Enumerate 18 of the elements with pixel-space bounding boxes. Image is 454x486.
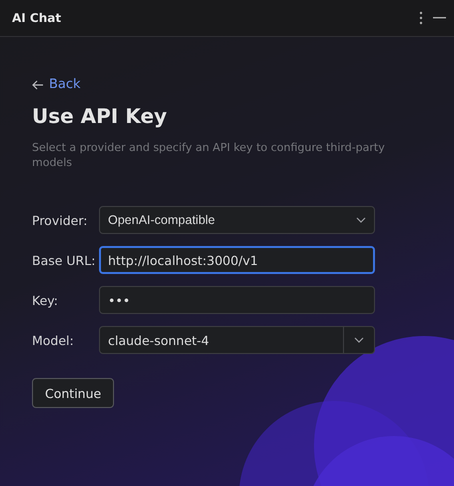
back-link[interactable]: Back	[32, 77, 81, 92]
input-field[interactable]: http://localhost:3000/v1	[99, 246, 375, 274]
provider-dropdown[interactable]: OpenAI-compatible	[99, 206, 375, 234]
window-title: AI Chat	[12, 11, 62, 25]
field-label: Key:	[32, 292, 59, 308]
field-label: Base URL:	[32, 252, 96, 268]
continue-button[interactable]: Continue	[32, 378, 114, 408]
more-options-icon[interactable]	[419, 11, 423, 25]
input-field[interactable]: •••	[99, 286, 375, 314]
back-arrow-icon	[32, 80, 44, 90]
field-label: Model:	[32, 332, 75, 348]
model-combo-box[interactable]: claude-sonnet-4	[99, 326, 375, 354]
chevron-down-icon	[356, 217, 366, 223]
description-text: Select a provider and specify an API key to configure third-party models	[32, 140, 386, 170]
page-heading: Use API Key	[32, 104, 168, 128]
field-label: Provider:	[32, 212, 88, 228]
chevron-down-icon	[354, 337, 364, 343]
minimize-icon[interactable]	[433, 17, 446, 19]
